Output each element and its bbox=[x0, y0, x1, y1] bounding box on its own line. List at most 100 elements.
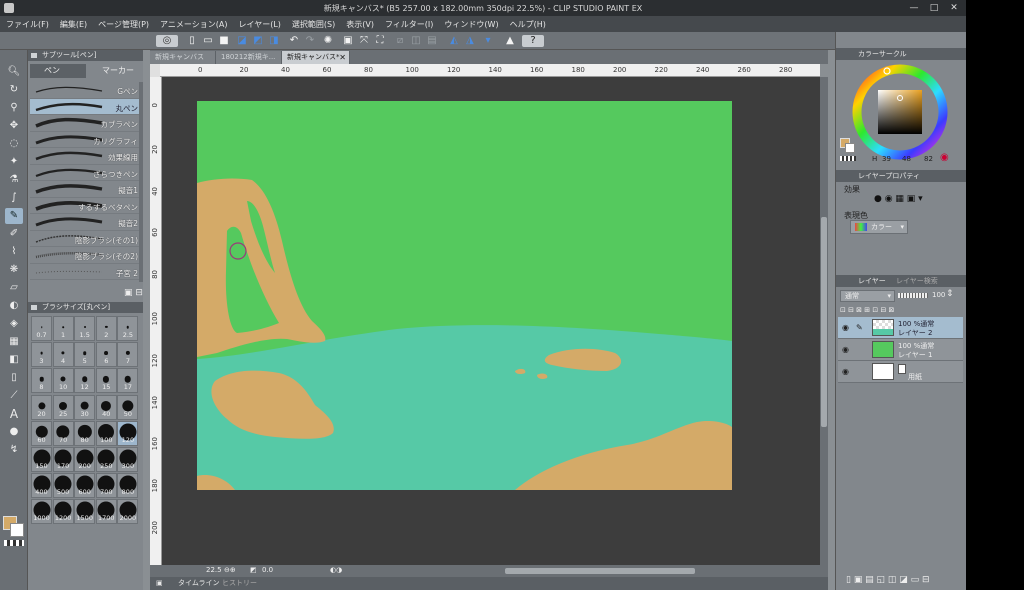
brush-item-maru-pen[interactable]: 丸ペン bbox=[30, 98, 141, 115]
layer-panel-footer-icons[interactable]: ▯ ▣ ▤ ◱ ◫ ◪ ▭ ⊟ bbox=[846, 575, 930, 585]
sub-color-chip[interactable] bbox=[845, 143, 855, 153]
menu-selection[interactable]: 選択範囲(S) bbox=[292, 19, 335, 30]
brush-size-option[interactable]: 5 bbox=[74, 342, 96, 368]
brush-size-option[interactable]: 600 bbox=[74, 473, 96, 499]
panel-menu-icon[interactable]: ▣ bbox=[156, 577, 163, 590]
brush-size-option[interactable]: 30 bbox=[74, 394, 96, 420]
menu-edit[interactable]: 編集(E) bbox=[60, 19, 87, 30]
brush-tool-icon[interactable]: ∫ bbox=[5, 190, 23, 206]
eyedropper-tool-icon[interactable]: ⚗ bbox=[5, 172, 23, 188]
flip-icons[interactable]: ◐◑ bbox=[330, 566, 342, 574]
brush-item-smooth-fill-pen[interactable]: するするベタペン bbox=[30, 198, 141, 214]
zoom-tool-icon[interactable]: 🔍︎ bbox=[5, 64, 23, 80]
lasso-tool-icon[interactable]: ◌ bbox=[5, 136, 23, 152]
brush-size-option[interactable]: 70 bbox=[52, 420, 74, 446]
eye-icon[interactable]: ◉ bbox=[842, 345, 849, 354]
auto-select-tool-icon[interactable]: ✦ bbox=[5, 154, 23, 170]
value-value[interactable]: 82 bbox=[924, 155, 933, 163]
drawing-canvas[interactable] bbox=[197, 101, 732, 490]
opacity-stepper-icon[interactable]: ⇕ bbox=[946, 289, 954, 299]
zoom-value[interactable]: 22.5 bbox=[206, 566, 222, 574]
canvas-workspace[interactable] bbox=[162, 77, 820, 565]
hand-tool-icon[interactable]: ↻ bbox=[5, 82, 23, 98]
fill-icon[interactable]: ▣ bbox=[342, 35, 354, 47]
menu-animation[interactable]: アニメーション(A) bbox=[160, 19, 227, 30]
vertical-ruler[interactable]: 0 20 40 60 80 100 120 140 160 180 200 bbox=[150, 77, 162, 565]
brush-size-option[interactable]: 7 bbox=[117, 342, 139, 368]
opacity-value[interactable]: 100 bbox=[932, 291, 945, 299]
move-tool-icon[interactable]: ✥ bbox=[5, 118, 23, 134]
brush-size-option[interactable]: 10 bbox=[52, 368, 74, 394]
layer-row-2[interactable]: ◉ ✎ 100 %通常 レイヤー 2 bbox=[838, 317, 963, 339]
color-wheel[interactable] bbox=[850, 62, 950, 162]
brush-item-calligraphy[interactable]: カリグラフィ bbox=[30, 132, 141, 148]
layer-search-tab[interactable]: レイヤー検索 bbox=[896, 275, 938, 287]
fill-tool-icon[interactable]: ◈ bbox=[5, 316, 23, 332]
rotate-icon[interactable]: ◩ bbox=[250, 566, 257, 574]
deselect-icon[interactable]: ⧄ bbox=[394, 35, 406, 47]
tab-timeline[interactable]: タイムライン bbox=[178, 577, 220, 590]
expression-color-select[interactable]: カラー ▾ bbox=[850, 220, 908, 234]
brush-size-option[interactable]: 17 bbox=[117, 368, 139, 394]
clear-icon[interactable]: ✺ bbox=[322, 35, 334, 47]
eraser-tool-icon[interactable]: ▱ bbox=[5, 280, 23, 296]
menu-view[interactable]: 表示(V) bbox=[346, 19, 374, 30]
brush-item-kabura-pen[interactable]: カブラペン bbox=[30, 115, 141, 132]
close-tab-icon[interactable]: ✕ bbox=[339, 51, 346, 64]
brush-size-option[interactable]: 15 bbox=[95, 368, 117, 394]
tab-marker[interactable]: マーカー bbox=[88, 64, 142, 78]
brush-size-option[interactable]: 4 bbox=[52, 342, 74, 368]
brush-size-option[interactable]: 120 bbox=[117, 420, 139, 446]
tab-history[interactable]: ヒストリー bbox=[222, 577, 257, 590]
figure-tool-icon[interactable]: ◧ bbox=[5, 352, 23, 368]
horizontal-scroll-thumb[interactable] bbox=[505, 568, 695, 574]
eye-icon[interactable]: ◉ bbox=[842, 367, 849, 376]
balloon-tool-icon[interactable]: ● bbox=[5, 424, 23, 440]
brush-size-option[interactable]: 0.7 bbox=[31, 316, 52, 341]
transparent-color-swatch[interactable] bbox=[4, 540, 24, 546]
snap-ruler-icon[interactable]: ◭ bbox=[448, 35, 460, 47]
brush-item-g-pen[interactable]: Gペン bbox=[30, 82, 141, 99]
snap-grid-icon[interactable]: ▾ bbox=[482, 35, 494, 47]
blend-tool-icon[interactable]: ◐ bbox=[5, 298, 23, 314]
hue-value[interactable]: 39 bbox=[882, 155, 891, 163]
brush-size-option[interactable]: 400 bbox=[31, 473, 52, 499]
saturation-value[interactable]: 48 bbox=[902, 155, 911, 163]
color-panel-header[interactable]: カラーサークル bbox=[836, 48, 966, 60]
tab-document-1[interactable]: 新規キャンバス bbox=[150, 51, 216, 64]
layer-row-paper[interactable]: ◉ 用紙 bbox=[838, 361, 963, 383]
ruler-tool-icon[interactable]: ⟋ bbox=[5, 388, 23, 404]
layer-panel-header[interactable]: レイヤー レイヤー検索 bbox=[836, 275, 966, 287]
undo-icon[interactable]: ↶ bbox=[288, 35, 300, 47]
transform-icon[interactable]: ⤧ bbox=[358, 35, 370, 47]
opacity-slider[interactable] bbox=[898, 293, 928, 298]
clip-studio-icon[interactable]: ◎ bbox=[156, 35, 178, 47]
scroll-thumb[interactable] bbox=[821, 217, 827, 427]
search-tool-icon[interactable]: ⚲ bbox=[5, 100, 23, 116]
minimize-button[interactable]: — bbox=[906, 2, 922, 14]
brush-size-option[interactable]: 40 bbox=[95, 394, 117, 420]
brush-size-option[interactable]: 6 bbox=[95, 342, 117, 368]
blend-mode-select[interactable]: 通常 ▾ bbox=[840, 290, 895, 302]
menu-layer[interactable]: レイヤー(L) bbox=[238, 19, 280, 30]
crop-icon[interactable]: ◫ bbox=[410, 35, 422, 47]
tab-pen[interactable]: ペン bbox=[30, 64, 86, 78]
brush-size-option[interactable]: 2.5 bbox=[117, 316, 139, 341]
subtool-panel-header[interactable]: サブツール[ペン] bbox=[28, 50, 143, 61]
brush-size-option[interactable]: 100 bbox=[95, 420, 117, 446]
brush-size-option[interactable]: 1700 bbox=[95, 499, 117, 525]
color-mode-icon[interactable]: ◉ bbox=[940, 152, 949, 163]
gradient-tool-icon[interactable]: ▦ bbox=[5, 334, 23, 350]
brush-size-option[interactable]: 150 bbox=[31, 447, 52, 472]
angle-value[interactable]: 0.0 bbox=[262, 566, 273, 574]
menu-help[interactable]: ヘルプ(H) bbox=[510, 19, 546, 30]
new-file-icon[interactable]: ▯ bbox=[186, 35, 198, 47]
frame-tool-icon[interactable]: ▯ bbox=[5, 370, 23, 386]
subtool-scrollbar[interactable] bbox=[139, 82, 143, 282]
brush-size-option[interactable]: 1200 bbox=[52, 499, 74, 525]
brush-item-onomatopoeia-1[interactable]: 擬音1 bbox=[30, 181, 141, 198]
brush-size-option[interactable]: 2000 bbox=[117, 499, 139, 525]
invert-selection-icon[interactable]: ▤ bbox=[426, 35, 438, 47]
brush-size-option[interactable]: 2 bbox=[95, 316, 117, 341]
menu-window[interactable]: ウィンドウ(W) bbox=[444, 19, 498, 30]
